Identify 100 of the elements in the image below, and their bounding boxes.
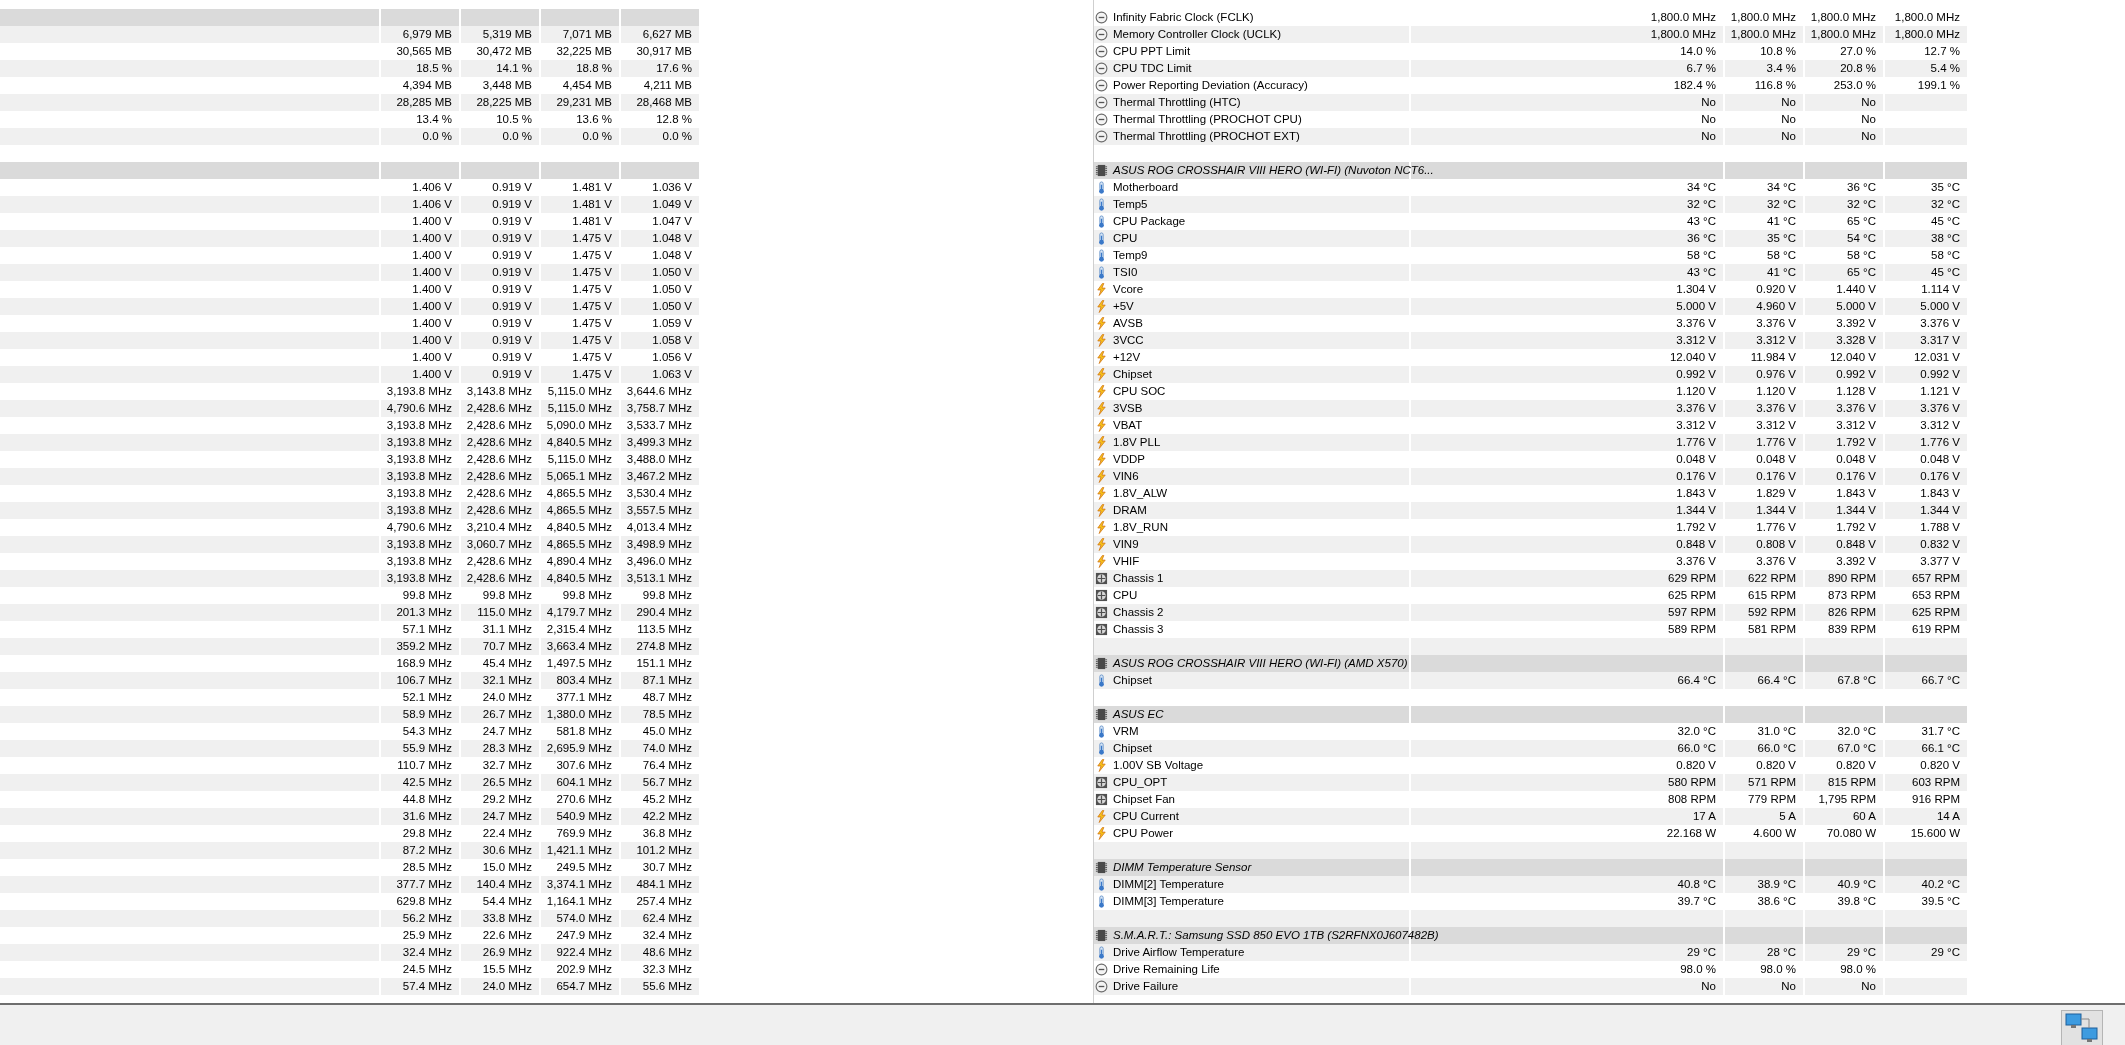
value-text: 1,800.0 MHz <box>1650 28 1716 40</box>
value-text: 1.792 V <box>1836 436 1876 448</box>
value-text: 201.3 MHz <box>396 606 452 618</box>
fan-icon <box>1095 776 1108 789</box>
value-text: 253.0 % <box>1833 79 1876 91</box>
value-text: 619 RPM <box>1912 623 1960 635</box>
lightning-icon <box>1095 538 1108 551</box>
sensor-name: DIMM[2] Temperature <box>1113 877 1224 892</box>
fan-icon <box>1095 606 1108 619</box>
value-text: 1.063 V <box>652 368 692 380</box>
value-text: 0.0 % <box>422 130 452 142</box>
value-text: 18.8 % <box>576 62 612 74</box>
lightning-icon <box>1095 827 1108 840</box>
value-text: 31.7 °C <box>1921 725 1960 737</box>
value-text: 257.4 MHz <box>636 895 692 907</box>
value-text: 57.4 MHz <box>402 980 452 992</box>
value-text: 589 RPM <box>1668 623 1716 635</box>
value-text: 14 A <box>1936 810 1960 822</box>
value-text: 654.7 MHz <box>556 980 612 992</box>
chip-icon <box>1095 657 1108 670</box>
value-text: 1,800.0 MHz <box>1894 28 1960 40</box>
value-text: 0.0 % <box>502 130 532 142</box>
value-text: 1.120 V <box>1676 385 1716 397</box>
value-text: 2,428.6 MHz <box>466 453 532 465</box>
sensor-name: CPU SOC <box>1113 384 1166 399</box>
value-text: No <box>1781 130 1796 142</box>
value-text: 4,840.5 MHz <box>546 572 612 584</box>
value-text: 22.4 MHz <box>482 827 532 839</box>
value-text: 779 RPM <box>1748 793 1796 805</box>
value-text: 3.328 V <box>1836 334 1876 346</box>
value-text: 916 RPM <box>1912 793 1960 805</box>
value-text: 40.8 °C <box>1677 878 1716 890</box>
value-text: 615 RPM <box>1748 589 1796 601</box>
value-text: 29 °C <box>1847 946 1876 958</box>
value-text: 625 RPM <box>1912 606 1960 618</box>
value-text: 1.843 V <box>1676 487 1716 499</box>
value-text: No <box>1701 130 1716 142</box>
value-text: 65 °C <box>1847 215 1876 227</box>
value-text: 1.400 V <box>412 266 452 278</box>
value-text: 24.0 MHz <box>482 980 532 992</box>
computers-icon[interactable] <box>2061 1010 2103 1045</box>
value-text: 4,211 MB <box>643 79 692 91</box>
value-text: 32.0 °C <box>1837 725 1876 737</box>
value-text: 0.919 V <box>492 317 532 329</box>
lightning-icon <box>1095 283 1108 296</box>
value-text: 27.0 % <box>1840 45 1876 57</box>
value-text: 0.808 V <box>1756 538 1796 550</box>
value-text: 24.7 MHz <box>482 810 532 822</box>
value-text: 3,193.8 MHz <box>386 453 452 465</box>
value-text: 1.475 V <box>572 232 612 244</box>
value-text: 0.919 V <box>492 266 532 278</box>
value-text: 1,800.0 MHz <box>1650 11 1716 23</box>
value-text: 377.1 MHz <box>556 691 612 703</box>
value-text: 151.1 MHz <box>636 657 692 669</box>
value-text: 1.036 V <box>652 181 692 193</box>
value-text: 22.6 MHz <box>482 929 532 941</box>
value-text: 29.2 MHz <box>482 793 532 805</box>
value-text: 0.919 V <box>492 198 532 210</box>
value-text: 377.7 MHz <box>396 878 452 890</box>
value-text: 1.788 V <box>1920 521 1960 533</box>
value-text: 28 °C <box>1767 946 1796 958</box>
sensor-name: TSI0 <box>1113 265 1138 280</box>
lightning-icon <box>1095 317 1108 330</box>
lightning-icon <box>1095 555 1108 568</box>
value-text: 3,530.4 MHz <box>626 487 692 499</box>
value-text: 42.5 MHz <box>402 776 452 788</box>
value-text: 41 °C <box>1767 215 1796 227</box>
value-text: 1.792 V <box>1676 521 1716 533</box>
value-text: 3.376 V <box>1920 317 1960 329</box>
value-text: 36 °C <box>1687 232 1716 244</box>
value-text: 1.475 V <box>572 283 612 295</box>
value-text: 5,115.0 MHz <box>547 402 612 414</box>
value-text: 5,090.0 MHz <box>546 419 612 431</box>
value-text: 24.7 MHz <box>482 725 532 737</box>
value-text: 31.0 °C <box>1757 725 1796 737</box>
value-text: 2,428.6 MHz <box>466 470 532 482</box>
value-text: 3,533.7 MHz <box>626 419 692 431</box>
value-text: 580 RPM <box>1668 776 1716 788</box>
value-text: 34 °C <box>1687 181 1716 193</box>
value-text: 29,231 MB <box>556 96 612 108</box>
value-text: 66.1 °C <box>1921 742 1960 754</box>
value-text: 26.9 MHz <box>482 946 532 958</box>
value-text: 3,193.8 MHz <box>386 572 452 584</box>
value-text: 1.344 V <box>1836 504 1876 516</box>
value-text: 58 °C <box>1931 249 1960 261</box>
value-text: 30.6 MHz <box>482 844 532 856</box>
value-text: 28,285 MB <box>396 96 452 108</box>
value-text: 5,065.1 MHz <box>546 470 612 482</box>
value-text: 99.8 MHz <box>482 589 532 601</box>
value-text: 60 A <box>1852 810 1876 822</box>
value-text: No <box>1701 980 1716 992</box>
value-text: 249.5 MHz <box>556 861 612 873</box>
value-text: 839 RPM <box>1828 623 1876 635</box>
value-text: 43 °C <box>1687 266 1716 278</box>
value-text: 44.8 MHz <box>402 793 452 805</box>
value-text: 54 °C <box>1847 232 1876 244</box>
lightning-icon <box>1095 810 1108 823</box>
sensor-name: Temp9 <box>1113 248 1148 263</box>
value-text: 0.048 V <box>1836 453 1876 465</box>
value-text: 1.056 V <box>652 351 692 363</box>
